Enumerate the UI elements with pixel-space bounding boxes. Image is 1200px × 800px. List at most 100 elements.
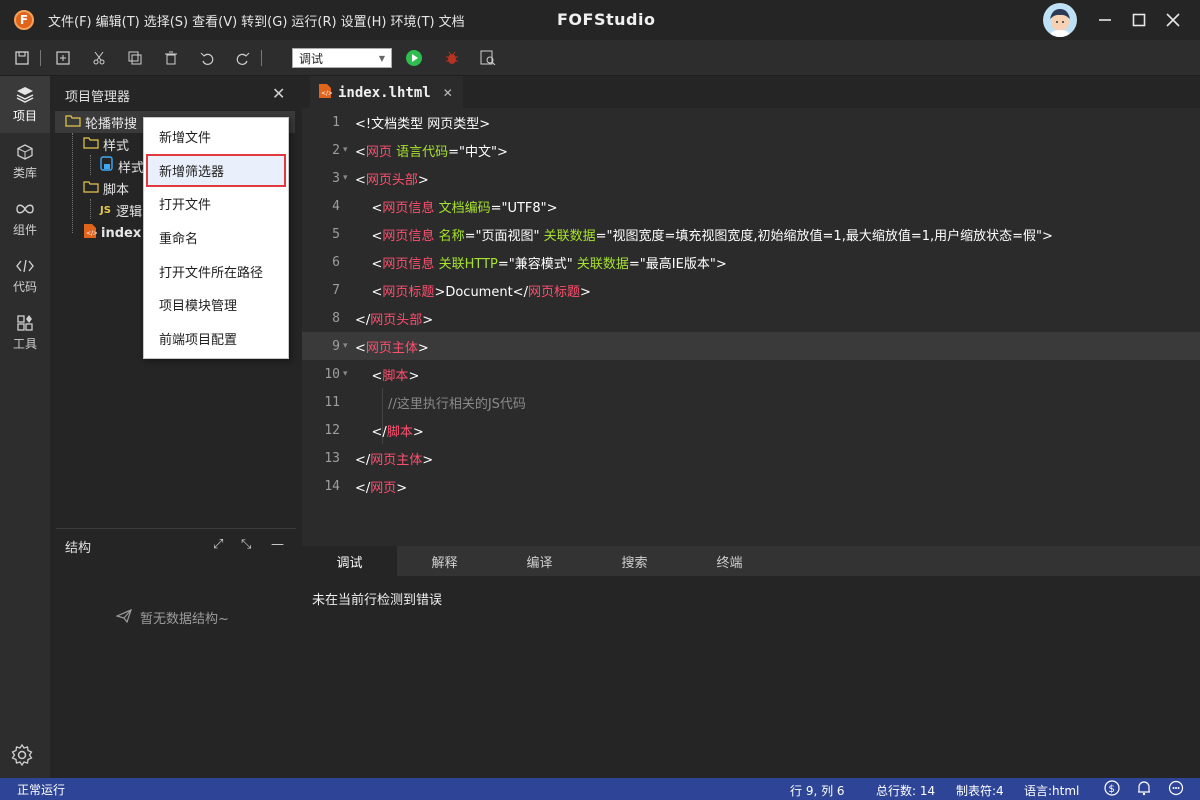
menu-bar: 文件(F) 编辑(T) 选择(S) 查看(V) 转到(G) 运行(R) 设置(H… bbox=[46, 11, 467, 30]
cursor-position[interactable]: 行 9, 列 6 bbox=[790, 782, 845, 799]
close-icon[interactable]: ✕ bbox=[272, 84, 285, 103]
tree-item-style-file[interactable]: 样式 bbox=[100, 155, 144, 177]
menu-docs[interactable]: 文档 bbox=[437, 11, 467, 30]
delete-icon[interactable] bbox=[157, 44, 185, 72]
folder-open-icon bbox=[65, 114, 81, 131]
menu-view[interactable]: 查看(V) bbox=[190, 11, 239, 30]
tree-item-root[interactable]: 轮播带搜 bbox=[65, 111, 137, 133]
new-file-icon[interactable] bbox=[49, 44, 77, 72]
activity-library[interactable]: 类库 bbox=[0, 133, 50, 190]
code-token: 脚本 bbox=[386, 424, 413, 440]
feedback-icon[interactable] bbox=[1168, 780, 1184, 799]
minimize-panel-icon[interactable]: — bbox=[271, 537, 284, 552]
panel-divider bbox=[56, 528, 296, 529]
code-line[interactable]: 5 <网页信息 名称="页面视图" 关联数据="视图宽度=填充视图宽度,初始缩放… bbox=[302, 220, 1200, 248]
tree-item-script-folder[interactable]: 脚本 bbox=[83, 177, 129, 199]
cut-icon[interactable] bbox=[85, 44, 113, 72]
menu-goto[interactable]: 转到(G) bbox=[239, 11, 289, 30]
tree-item-index-file[interactable]: </> index bbox=[83, 222, 141, 244]
fold-chevron-icon[interactable]: ▾ bbox=[343, 145, 355, 155]
code-line[interactable]: 14 </网页> bbox=[302, 472, 1200, 500]
run-mode-select[interactable]: 调试 ▼ bbox=[292, 48, 392, 68]
fold-chevron-icon[interactable]: ▾ bbox=[343, 369, 355, 379]
code-line[interactable]: 8 </网页头部> bbox=[302, 304, 1200, 332]
code-line[interactable]: 2 ▾ <网页 语言代码="中文"> bbox=[302, 136, 1200, 164]
menu-select[interactable]: 选择(S) bbox=[142, 11, 190, 30]
menu-item-new-file[interactable]: 新增文件 bbox=[144, 120, 288, 154]
menu-settings[interactable]: 设置(H) bbox=[339, 11, 389, 30]
menu-item-module-manage[interactable]: 项目模块管理 bbox=[144, 288, 288, 322]
html-file-icon: </> bbox=[318, 83, 333, 103]
tree-item-script-file[interactable]: JS 逻辑 bbox=[100, 199, 142, 221]
menu-item-frontend-config[interactable]: 前端项目配置 bbox=[144, 322, 288, 356]
menu-item-new-filter[interactable]: 新增筛选器 bbox=[146, 153, 286, 188]
line-number: 2 bbox=[332, 142, 340, 158]
code-text: </脚本> bbox=[355, 421, 424, 440]
debug-output: 未在当前行检测到错误 bbox=[302, 576, 1200, 778]
code-line[interactable]: 3 ▾ <网页头部> bbox=[302, 164, 1200, 192]
menu-item-open-path[interactable]: 打开文件所在路径 bbox=[144, 254, 288, 288]
code-token: < bbox=[355, 256, 383, 272]
bell-icon[interactable] bbox=[1136, 780, 1152, 799]
tab-interpret[interactable]: 解释 bbox=[397, 546, 492, 576]
code-token: 网页 bbox=[365, 144, 392, 160]
activity-code[interactable]: 代码 bbox=[0, 247, 50, 304]
save-icon[interactable] bbox=[8, 44, 36, 72]
menu-item-open-file[interactable]: 打开文件 bbox=[144, 187, 288, 221]
menu-environment[interactable]: 环境(T) bbox=[389, 11, 437, 30]
code-line[interactable]: 6 <网页信息 关联HTTP="兼容模式" 关联数据="最高IE版本"> bbox=[302, 248, 1200, 276]
run-icon[interactable] bbox=[400, 44, 428, 72]
tab-compile[interactable]: 编译 bbox=[492, 546, 587, 576]
code-line[interactable]: 7 <网页标题>Document</网页标题> bbox=[302, 276, 1200, 304]
fold-chevron-icon[interactable]: ▾ bbox=[343, 173, 355, 183]
tab-debug[interactable]: 调试 bbox=[302, 546, 397, 576]
preview-icon[interactable] bbox=[474, 44, 502, 72]
undo-icon[interactable] bbox=[193, 44, 221, 72]
avatar[interactable] bbox=[1043, 3, 1077, 37]
expand-icon[interactable]: ⤢ bbox=[213, 537, 223, 552]
code-line[interactable]: 9 ▾ <网页主体> bbox=[302, 332, 1200, 360]
code-token: "UTF8" bbox=[501, 200, 547, 216]
tab-terminal[interactable]: 终端 bbox=[682, 546, 777, 576]
maximize-icon[interactable] bbox=[1127, 8, 1151, 32]
line-number: 4 bbox=[332, 198, 340, 214]
redo-icon[interactable] bbox=[229, 44, 257, 72]
context-menu: 新增文件 新增筛选器 打开文件 重命名 打开文件所在路径 项目模块管理 前端项目… bbox=[143, 117, 289, 359]
code-line[interactable]: 10 ▾ <脚本> bbox=[302, 360, 1200, 388]
fold-chevron-icon[interactable]: ▾ bbox=[343, 341, 355, 351]
code-line[interactable]: 13 </网页主体> bbox=[302, 444, 1200, 472]
tree-item-style-folder[interactable]: 样式 bbox=[83, 133, 129, 155]
copy-icon[interactable] bbox=[121, 44, 149, 72]
code-line[interactable]: 1 <!文档类型 网页类型> bbox=[302, 108, 1200, 136]
code-line[interactable]: 4 <网页信息 文档编码="UTF8"> bbox=[302, 192, 1200, 220]
close-tab-icon[interactable]: ✕ bbox=[443, 86, 453, 100]
activity-tools[interactable]: 工具 bbox=[0, 304, 50, 361]
close-window-icon[interactable] bbox=[1161, 8, 1185, 32]
code-token: < bbox=[355, 340, 366, 356]
debug-bug-icon[interactable] bbox=[438, 44, 466, 72]
minimize-icon[interactable] bbox=[1093, 8, 1117, 32]
tab-search[interactable]: 搜索 bbox=[587, 546, 682, 576]
code-line[interactable]: 11 //这里执行相关的JS代码 bbox=[302, 388, 1200, 416]
menu-file[interactable]: 文件(F) bbox=[46, 11, 94, 30]
activity-project[interactable]: 项目 bbox=[0, 76, 50, 133]
activity-code-label: 代码 bbox=[12, 279, 37, 294]
dollar-icon[interactable]: $ bbox=[1104, 780, 1120, 799]
activity-components[interactable]: 组件 bbox=[0, 190, 50, 247]
empty-structure-text: 暂无数据结构~ bbox=[140, 612, 229, 627]
code-token: < bbox=[355, 368, 383, 384]
collapse-icon[interactable]: ⤡ bbox=[241, 537, 251, 552]
menu-edit[interactable]: 编辑(T) bbox=[94, 11, 142, 30]
tab-size[interactable]: 制表符:4 bbox=[956, 782, 1004, 799]
code-token: "页面视图" bbox=[475, 228, 540, 244]
tree-guide bbox=[72, 133, 73, 233]
code-editor[interactable]: 1 <!文档类型 网页类型> 2 ▾ <网页 语言代码="中文"> 3 ▾ <网页头部> 4 <… bbox=[302, 108, 1200, 546]
menu-run[interactable]: 运行(R) bbox=[289, 11, 338, 30]
tree-guide bbox=[90, 155, 91, 175]
settings-gear-icon[interactable] bbox=[11, 743, 33, 770]
code-line[interactable]: 12 </脚本> bbox=[302, 416, 1200, 444]
menu-item-rename[interactable]: 重命名 bbox=[144, 221, 288, 255]
language-mode[interactable]: 语言:html bbox=[1024, 782, 1079, 799]
code-token: </ bbox=[355, 312, 371, 328]
tab-index-lhtml[interactable]: </> index.lhtml ✕ bbox=[310, 76, 463, 108]
